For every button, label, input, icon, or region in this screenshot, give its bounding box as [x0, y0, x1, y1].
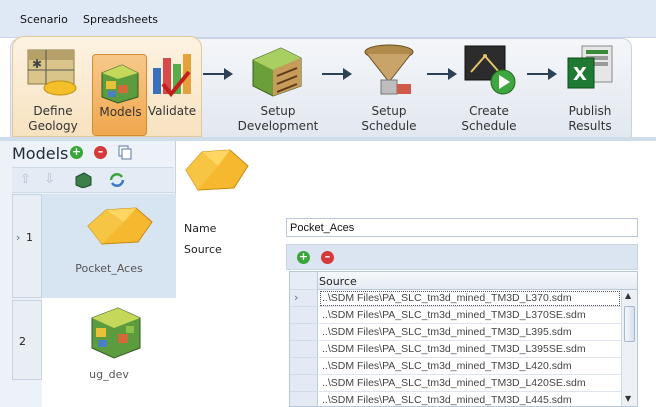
source-row[interactable]: ..\SDM Files\PA_SLC_tm3d_mined_TM3D_L420…	[319, 358, 621, 375]
view-model-icon[interactable]	[74, 172, 92, 188]
row-selector[interactable]	[290, 375, 318, 392]
menu-bar: Scenario Spreadsheets	[0, 0, 656, 38]
model-number: 1	[26, 231, 33, 244]
setup-development-button[interactable]: Setup Development	[232, 40, 324, 136]
arrow-3	[427, 68, 457, 80]
svg-text:✱: ✱	[32, 57, 42, 71]
publish-results-label-2: Results	[568, 119, 612, 133]
create-schedule-label-2: Schedule	[461, 119, 517, 133]
source-label: Source	[184, 243, 222, 256]
setup-schedule-button[interactable]: Setup Schedule	[346, 40, 432, 136]
source-row[interactable]: ..\SDM Files\PA_SLC_tm3d_mined_TM3D_L395…	[319, 341, 621, 358]
model-list-item[interactable]: 2 ug_dev	[12, 298, 176, 407]
scrollbar-thumb[interactable]	[624, 306, 635, 342]
svg-text:X: X	[573, 64, 587, 85]
name-label: Name	[184, 222, 217, 235]
current-row-icon: ›	[294, 291, 299, 304]
row-selector[interactable]	[290, 358, 318, 375]
source-row[interactable]: ..\SDM Files\PA_SLC_tm3d_mined_TM3D_L445…	[319, 392, 621, 406]
source-row[interactable]: ..\SDM Files\PA_SLC_tm3d_mined_TM3D_L370…	[319, 307, 621, 324]
publish-results-button[interactable]: X Publish Results	[548, 40, 632, 136]
define-geology-button[interactable]: ✱ Define Geology	[14, 40, 92, 136]
create-schedule-label-1: Create	[469, 104, 509, 118]
refresh-icon[interactable]	[108, 172, 126, 188]
remove-model-button[interactable]: –	[94, 146, 107, 159]
row-selector[interactable]	[290, 307, 318, 324]
model-gem-icon	[87, 207, 153, 245]
source-row[interactable]: ..\SDM Files\PA_SLC_tm3d_mined_TM3D_L370…	[319, 290, 621, 307]
row-selector[interactable]	[290, 324, 318, 341]
publish-results-icon: X	[567, 45, 613, 89]
model-row-header: 2	[12, 300, 42, 380]
row-selector[interactable]: ›	[290, 290, 318, 307]
source-toolbar: + –	[286, 244, 638, 270]
define-geology-label-1: Define	[33, 104, 73, 118]
grid-corner	[290, 272, 318, 290]
row-selected-indicator-icon: ›	[16, 231, 21, 244]
setup-development-label-2: Development	[237, 119, 319, 133]
name-field[interactable]	[286, 218, 638, 237]
arrow-1	[203, 68, 233, 80]
publish-results-label-1: Publish	[568, 104, 612, 118]
geology-icon: ✱	[27, 49, 77, 96]
menu-spreadsheets[interactable]: Spreadsheets	[83, 13, 158, 26]
move-up-icon[interactable]: ⇧	[20, 172, 31, 187]
scroll-up-icon[interactable]: ▲	[625, 291, 631, 300]
scroll-down-icon[interactable]: ▼	[625, 394, 631, 403]
setup-development-label-1: Setup	[260, 104, 296, 118]
models-label: Models	[99, 105, 142, 119]
setup-schedule-label-2: Schedule	[361, 119, 417, 133]
source-row[interactable]: ..\SDM Files\PA_SLC_tm3d_mined_TM3D_L395…	[319, 324, 621, 341]
models-cube-icon	[101, 64, 139, 104]
row-selector[interactable]	[290, 392, 318, 406]
remove-source-button[interactable]: –	[321, 251, 334, 264]
add-source-button[interactable]: +	[297, 251, 310, 264]
validate-label: Validate	[147, 104, 197, 118]
source-grid[interactable]: Source › ..\SDM Files\PA_SLC_tm3d_mined_…	[289, 271, 638, 407]
menu-scenario[interactable]: Scenario	[20, 13, 68, 26]
models-toolbar: ⇧ ⇩	[12, 167, 174, 193]
setup-schedule-icon	[364, 44, 414, 95]
model-cube-icon	[91, 307, 141, 359]
models-button[interactable]: Models	[92, 54, 147, 136]
source-column-header[interactable]: Source	[319, 275, 357, 288]
source-row[interactable]: ..\SDM Files\PA_SLC_tm3d_mined_TM3D_L420…	[319, 375, 621, 392]
add-model-button[interactable]: +	[70, 146, 83, 159]
development-icon	[252, 47, 302, 97]
grid-header: Source	[290, 272, 637, 290]
model-name: Pocket_Aces	[75, 262, 143, 275]
model-name: ug_dev	[89, 368, 129, 381]
model-preview-icon	[185, 149, 249, 191]
setup-schedule-label-1: Setup	[371, 104, 407, 118]
model-number: 2	[19, 335, 26, 348]
validate-chart-icon	[153, 54, 191, 98]
arrow-4	[527, 68, 557, 80]
move-down-icon[interactable]: ⇩	[44, 172, 55, 187]
define-geology-label-2: Geology	[28, 119, 78, 133]
grid-vertical-scrollbar[interactable]: ▲ ▼	[621, 290, 637, 406]
create-schedule-icon	[464, 45, 516, 95]
arrow-2	[322, 68, 352, 80]
validate-button[interactable]: Validate	[147, 44, 197, 134]
create-schedule-button[interactable]: Create Schedule	[451, 40, 527, 136]
models-panel-title: Models	[12, 144, 69, 163]
row-selector[interactable]	[290, 341, 318, 358]
model-list-item[interactable]: › 1 Pocket_Aces	[12, 194, 176, 298]
model-row-header: › 1	[12, 194, 42, 298]
copy-icon[interactable]	[118, 145, 132, 160]
